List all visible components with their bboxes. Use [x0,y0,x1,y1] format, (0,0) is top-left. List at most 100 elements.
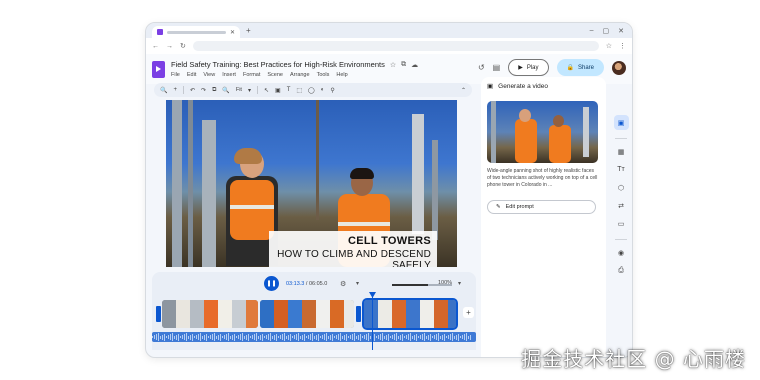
address-bar[interactable] [192,41,599,51]
waveform-bar [348,336,349,338]
zoom-icon[interactable]: 🔍 [222,87,229,94]
scene-clip-selected[interactable] [362,298,458,330]
border-color-icon[interactable]: ⚲ [330,87,334,94]
current-time: 03:13.3 [286,281,305,287]
menu-help[interactable]: Help [336,72,347,78]
menu-view[interactable]: View [203,72,215,78]
folder-icon[interactable]: ▭ [614,216,629,231]
title-overlay[interactable]: CELL TOWERS HOW TO CLIMB AND DESCEND SAF… [269,231,437,267]
zoom-fit-select[interactable]: Fit [236,87,242,93]
copy-format-icon[interactable]: ⧉ [212,87,216,94]
add-icon[interactable]: + [173,87,177,93]
record-icon[interactable]: ◉ [614,245,629,260]
waveform-bar [308,335,309,339]
back-icon[interactable]: ← [152,43,159,50]
pause-button[interactable]: ❚❚ [264,276,279,291]
close-window-icon[interactable]: ✕ [618,27,624,35]
chevron-down-icon[interactable]: ▾ [356,280,359,287]
star-icon[interactable]: ☆ [390,61,396,69]
browser-menu-icon[interactable]: ⋮ [619,42,626,50]
waveform-bar [412,335,413,339]
select-cursor-icon[interactable]: ↖ [264,87,269,94]
browser-tab[interactable]: ✕ [152,26,240,38]
scene-clip[interactable] [162,300,258,328]
waveform-bar [168,335,169,339]
playback-settings-icon[interactable]: ⚙ [340,280,346,288]
waveform-bar [248,333,249,341]
waveform-bar [350,335,351,339]
menu-format[interactable]: Format [243,72,260,78]
shapes-icon[interactable]: ⬡ [614,180,629,195]
waveform-bar [318,333,319,341]
menu-file[interactable]: File [171,72,180,78]
menu-scene[interactable]: Scene [267,72,283,78]
waveform-bar [382,333,383,341]
zoom-level[interactable]: 100% [438,280,452,286]
menu-edit[interactable]: Edit [187,72,196,78]
bookmark-star-icon[interactable]: ☆ [606,42,612,50]
waveform-bar [452,333,453,341]
trim-handle-left[interactable] [156,306,161,322]
play-button[interactable]: ▶ Play [508,59,549,76]
search-menus-icon[interactable]: 🔍 [160,87,167,94]
shape-icon[interactable]: ◯ [308,87,315,94]
audio-track[interactable] [152,332,476,342]
video-canvas[interactable]: CELL TOWERS HOW TO CLIMB AND DESCEND SAF… [166,100,457,267]
waveform-bar [224,335,225,339]
transitions-icon[interactable]: ⇄ [614,198,629,213]
chevron-down-icon[interactable]: ▾ [458,280,461,287]
waveform-bar [376,336,377,338]
frame-icon[interactable]: ⬚ [296,87,302,94]
forward-icon[interactable]: → [166,43,173,50]
waveform-bar [360,333,361,341]
waveform-bar [310,334,311,340]
playhead[interactable] [372,294,373,350]
templates-icon[interactable]: ▦ [614,144,629,159]
tab-title-placeholder [167,30,226,34]
fill-color-icon[interactable]: ◐ [321,87,325,93]
avatar[interactable] [612,60,626,75]
new-tab-button[interactable]: + [246,26,251,35]
scene-clip[interactable] [260,300,354,328]
share-button[interactable]: 🔒 Share [556,59,604,76]
vids-logo-icon[interactable] [152,60,165,78]
panel-header: ▣ Generate a video [487,82,548,91]
trim-handle-left[interactable] [356,306,361,322]
generate-video-rail-icon[interactable]: ▣ [613,115,629,130]
waveform-bar [388,333,389,341]
menu-bar: File Edit View Insert Format Scene Arran… [171,72,418,78]
move-to-folder-icon[interactable]: ⧉ [401,61,406,69]
toolbar-divider [256,86,258,94]
script-icon[interactable]: ⎙ [614,263,629,278]
edit-prompt-button[interactable]: ✎ Edit prompt [487,200,596,214]
vids-favicon-icon [157,29,163,35]
waveform-bar [298,333,299,341]
menu-tools[interactable]: Tools [317,72,330,78]
menu-insert[interactable]: Insert [222,72,236,78]
text-box-icon[interactable]: T [287,87,291,93]
menu-arrange[interactable]: Arrange [290,72,310,78]
version-history-icon[interactable]: ↺ [478,63,485,72]
playhead-handle[interactable] [369,292,376,298]
waveform-bar [156,334,157,340]
waveform-bar [284,333,285,341]
waveform-bar [380,334,381,340]
maximize-icon[interactable]: ▢ [603,27,610,35]
waveform-bar [242,333,243,341]
close-tab-icon[interactable]: ✕ [230,29,235,36]
comments-icon[interactable]: ▤ [493,63,501,72]
add-scene-button[interactable]: + [463,307,474,318]
document-title[interactable]: Field Safety Training: Best Practices fo… [171,60,385,69]
tower-pole [172,100,182,267]
minimize-icon[interactable]: – [590,27,594,35]
image-icon[interactable]: ▣ [275,87,281,94]
text-styles-icon[interactable]: Tт [614,162,629,177]
chevron-down-icon[interactable]: ▾ [248,87,251,94]
generated-video-thumbnail[interactable] [487,101,598,163]
redo-icon[interactable]: ↷ [201,87,206,94]
reload-icon[interactable]: ↻ [180,42,186,50]
undo-icon[interactable]: ↶ [190,87,195,94]
cloud-status-icon[interactable]: ☁ [411,61,418,69]
zoom-slider-fill [392,284,428,286]
collapse-toolbar-icon[interactable]: ⌃ [461,87,466,94]
